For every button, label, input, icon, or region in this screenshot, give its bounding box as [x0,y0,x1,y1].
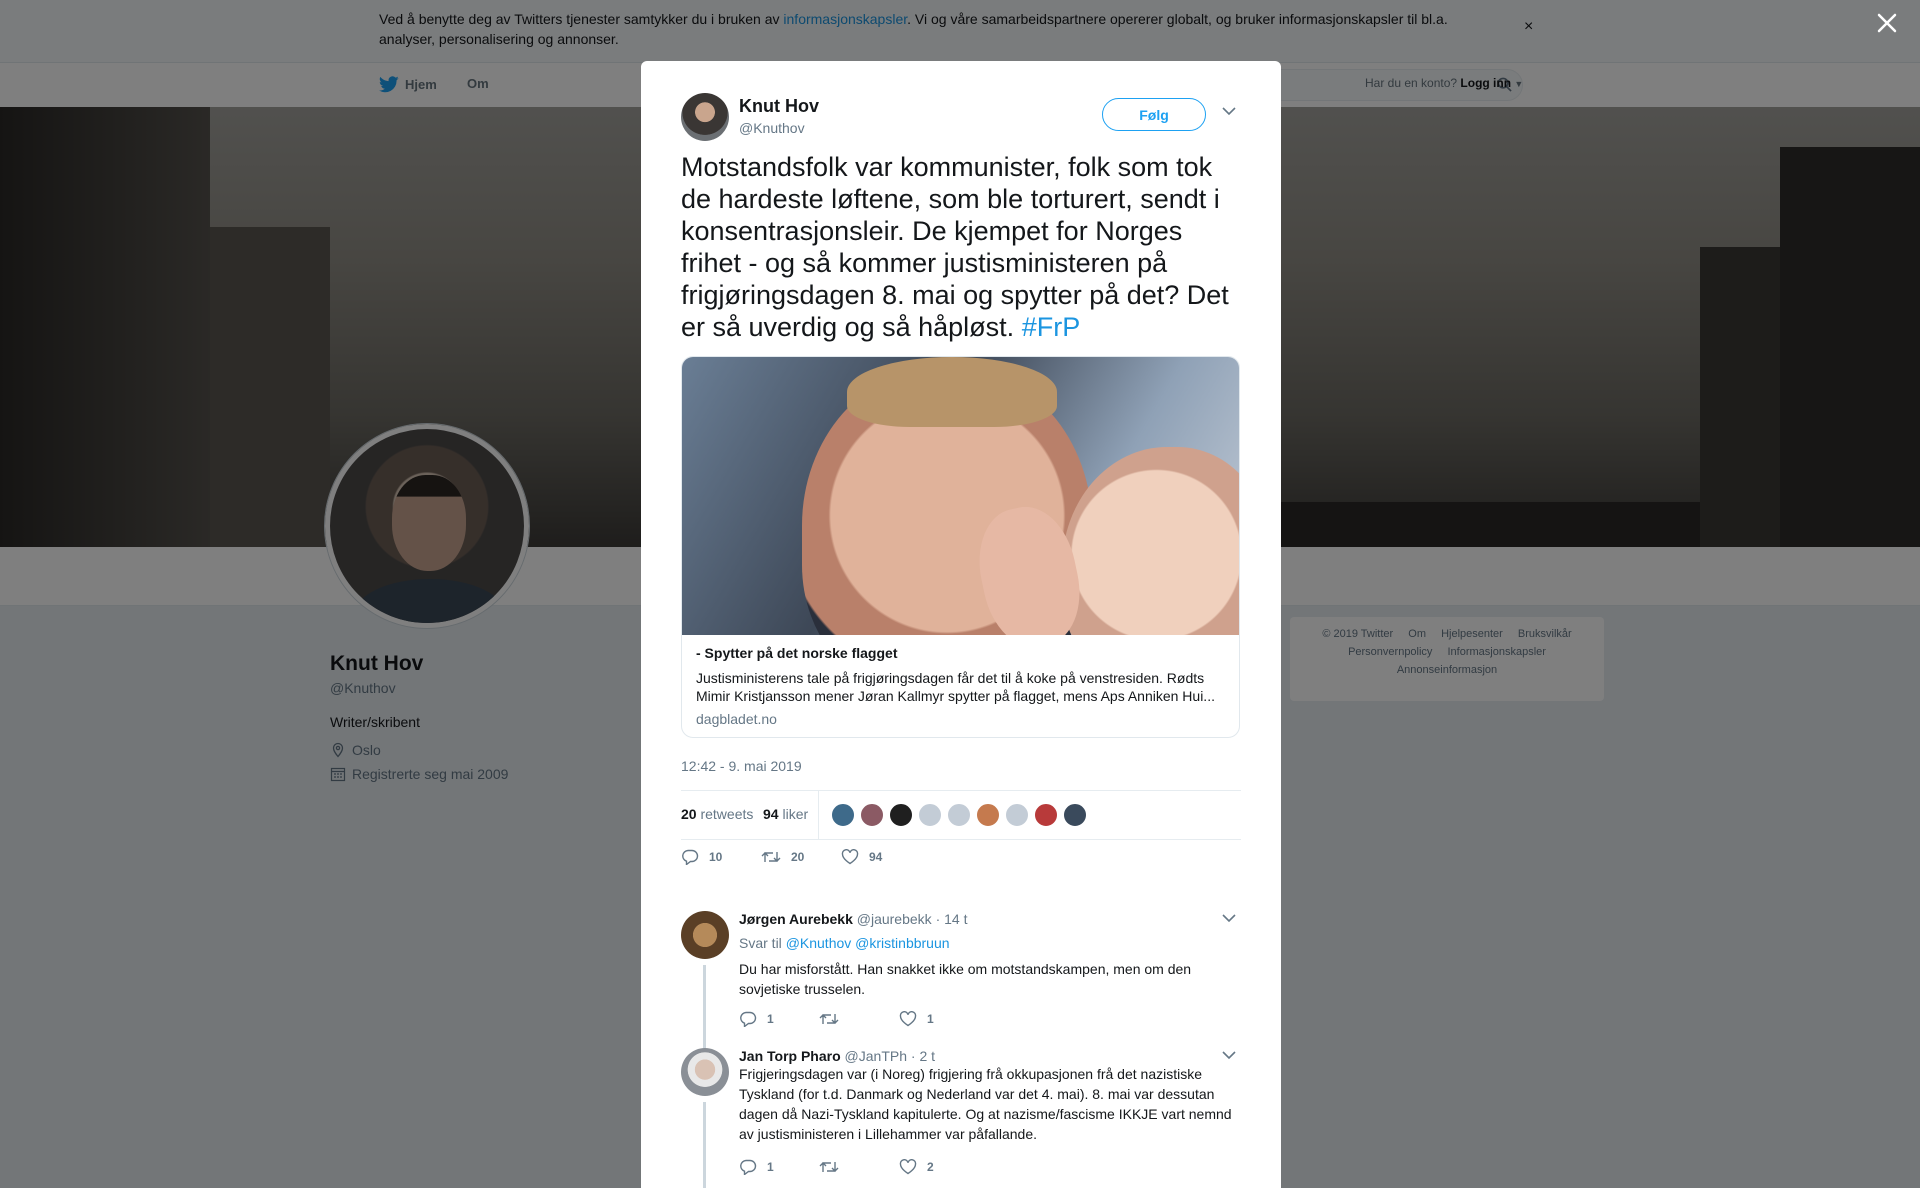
chevron-down-icon[interactable] [1222,106,1236,116]
reply-actions: 1 2 [739,1159,979,1175]
tweet-text: Motstandsfolk var kommunister, folk som … [681,152,1229,342]
retweet-count: 20 [791,850,805,864]
heart-icon [899,1159,917,1175]
reply-avatar[interactable] [681,1048,729,1096]
like-button[interactable]: 2 [899,1159,979,1175]
liker-avatar[interactable] [1063,803,1087,827]
reply-text: Du har misforstått. Han snakket ikke om … [739,961,1192,997]
liker-avatar[interactable] [831,803,855,827]
author-avatar[interactable] [681,93,729,141]
reply-header: Jan Torp Pharo @JanTPh · 2 t [739,1048,935,1064]
reply-icon [740,1159,757,1175]
mention-link[interactable]: @kristinbbruun [855,935,949,951]
reply-button[interactable]: 10 [681,849,761,865]
heart-icon [841,849,859,865]
reply-button[interactable]: 1 [739,1159,819,1175]
author-name[interactable]: Knut Hov [739,96,819,117]
close-icon[interactable] [1873,9,1901,37]
like-button[interactable]: 1 [899,1011,979,1027]
liker-avatar[interactable] [1005,803,1029,827]
retweet-icon [819,1162,839,1172]
reply-avatar[interactable] [681,911,729,959]
retweet-button[interactable]: 20 [761,849,841,865]
likes-stat[interactable]: 94 liker [763,806,808,822]
reply-actions: 1 1 [739,1011,979,1027]
retweet-icon [761,852,781,862]
like-count: 94 [869,850,883,864]
reply-to-line: Svar til @Knuthov @kristinbbruun [739,935,950,951]
reply-icon [740,1011,757,1027]
reply-author-handle[interactable]: @jaurebekk [857,911,932,927]
liker-avatar[interactable] [860,803,884,827]
reply-count: 1 [767,1160,774,1174]
mention-link[interactable]: @Knuthov [786,935,852,951]
retweets-stat[interactable]: 20 retweets [681,806,753,822]
retweet-button[interactable] [819,1011,899,1027]
like-button[interactable]: 94 [841,849,921,865]
liker-avatar[interactable] [976,803,1000,827]
reply-tweet[interactable]: Jan Torp Pharo @JanTPh · 2 t Frigjerings… [681,1048,1241,1188]
reply-author-name[interactable]: Jan Torp Pharo [739,1048,841,1064]
card-title: - Spytter på det norske flagget [696,645,898,661]
tweet-modal: Knut Hov @Knuthov Følg Motstandsfolk var… [641,61,1281,1188]
reply-header: Jørgen Aurebekk @jaurebekk · 14 t [739,911,967,927]
liker-avatar[interactable] [947,803,971,827]
chevron-down-icon[interactable] [1222,913,1236,923]
card-description: Justisministerens tale på frigjøringsdag… [696,670,1215,704]
like-count: 2 [927,1160,934,1174]
reply-time[interactable]: · 14 t [936,911,968,927]
liker-avatar[interactable] [889,803,913,827]
card-image [682,357,1239,635]
reply-tweet[interactable]: Jørgen Aurebekk @jaurebekk · 14 t Svar t… [681,911,1241,1095]
reply-time[interactable]: · 2 t [911,1048,935,1064]
retweet-button[interactable] [819,1159,899,1175]
reply-button[interactable]: 1 [739,1011,819,1027]
chevron-down-icon[interactable] [1222,1050,1236,1060]
card-domain: dagbladet.no [696,711,777,727]
thread-line [703,1102,706,1188]
reply-author-name[interactable]: Jørgen Aurebekk [739,911,853,927]
reply-count: 1 [767,1012,774,1026]
tweet-header: Knut Hov @Knuthov Følg [681,93,1241,145]
reply-author-handle[interactable]: @JanTPh [845,1048,907,1064]
hashtag-link[interactable]: #FrP [1022,312,1081,342]
author-handle[interactable]: @Knuthov [739,120,805,136]
liker-avatars [831,803,1087,827]
reply-icon [682,849,699,865]
reply-text: Frigjeringsdagen var (i Noreg) frigjerin… [739,1066,1232,1142]
tweet-actions: 10 20 94 [681,849,921,865]
like-count: 1 [927,1012,934,1026]
link-card[interactable]: - Spytter på det norske flagget Justismi… [681,356,1240,738]
heart-icon [899,1011,917,1027]
liker-avatar[interactable] [1034,803,1058,827]
follow-button[interactable]: Følg [1102,98,1206,131]
tweet-timestamp[interactable]: 12:42 - 9. mai 2019 [681,758,802,774]
retweet-icon [819,1014,839,1024]
liker-avatar[interactable] [918,803,942,827]
reply-count: 10 [709,850,723,864]
tweet-stats: 20 retweets 94 liker [681,790,1241,840]
